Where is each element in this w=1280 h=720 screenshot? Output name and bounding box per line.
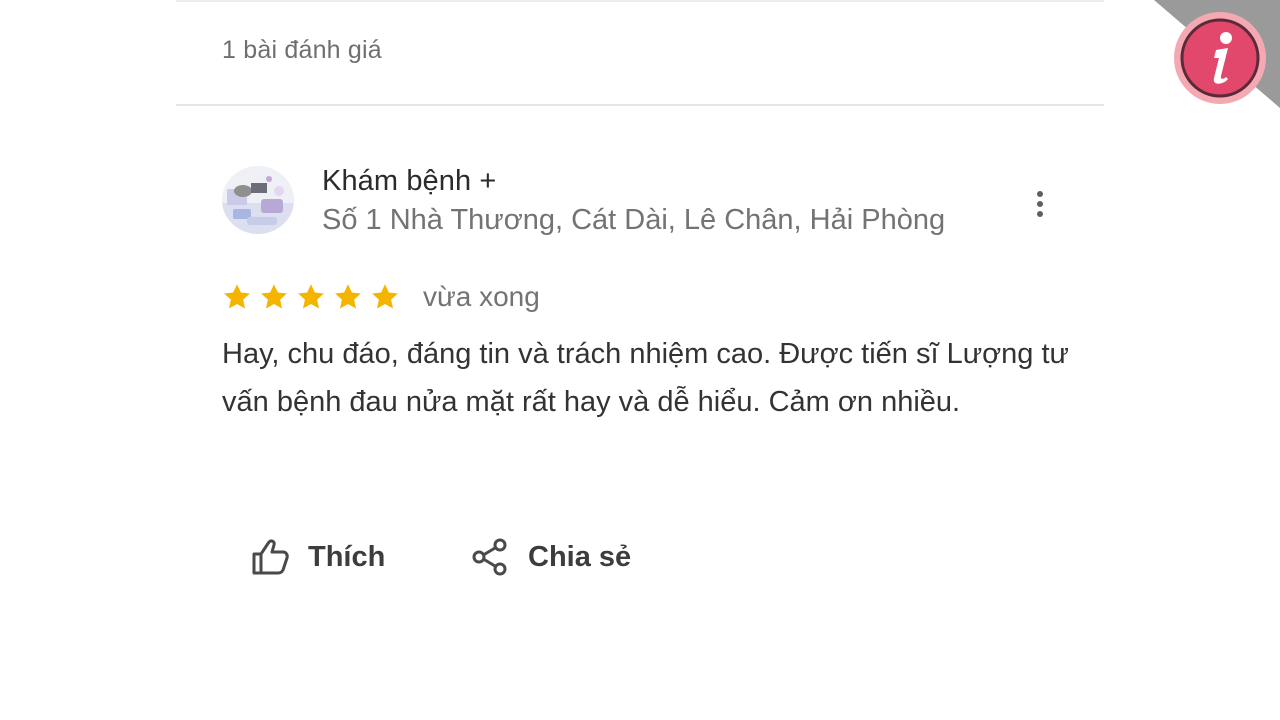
share-label: Chia sẻ [528, 540, 632, 573]
rating-row: vừa xong [222, 278, 540, 316]
review-text: Hay, chu đáo, đáng tin và trách nhiệm ca… [222, 338, 1069, 418]
star-icon [372, 284, 398, 309]
star-icon [261, 284, 287, 309]
reviewer-address: Số 1 Nhà Thương, Cát Dài, Lê Chân, Hải P… [322, 204, 946, 236]
info-badge [1154, 0, 1280, 108]
avatar[interactable] [221, 165, 295, 235]
like-label: Thích [308, 540, 386, 573]
avatar-image [222, 166, 294, 234]
review-count: 1 bài đánh giá [222, 36, 382, 64]
reviewer-name[interactable]: Khám bệnh + [322, 165, 496, 198]
star-icon [335, 284, 361, 309]
thumbs-up-icon [252, 539, 289, 575]
star-icon [298, 284, 324, 309]
review-time: vừa xong [423, 281, 540, 312]
more-vertical-icon [1037, 191, 1043, 197]
share-icon [472, 538, 507, 576]
top-divider [176, 0, 1104, 2]
star-icon [224, 284, 250, 309]
share-button[interactable]: Chia sẻ [470, 535, 631, 579]
more-options-button[interactable] [1026, 184, 1054, 224]
star-rating [222, 282, 400, 312]
review-panel: 1 bài đánh giá Khám bệnh + Số 1 Nhà Thươ… [0, 0, 1280, 720]
like-button[interactable]: Thích [250, 535, 385, 579]
section-divider [176, 104, 1104, 106]
